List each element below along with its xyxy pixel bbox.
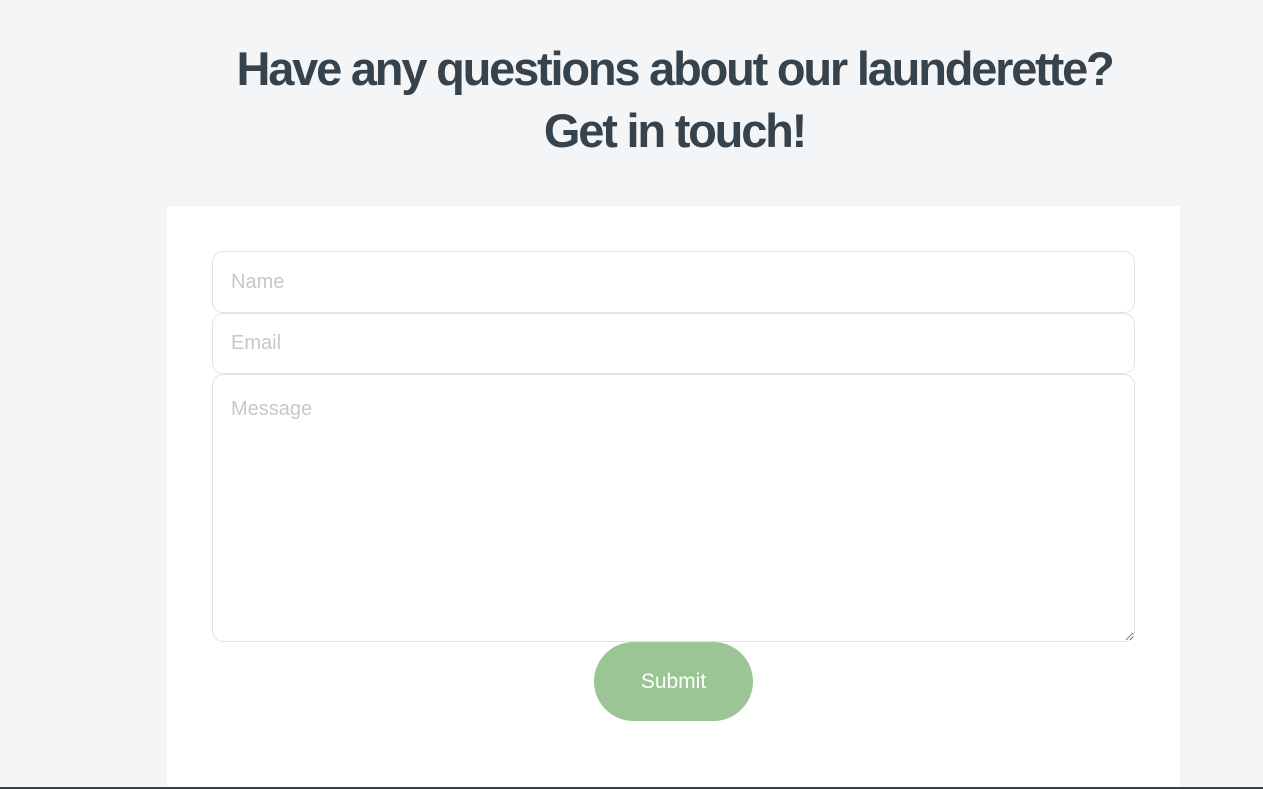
contact-heading-line-2: Get in touch!: [543, 104, 807, 157]
contact-form: Submit: [167, 206, 1180, 789]
contact-heading-line-1: Have any questions about our launderette…: [236, 42, 1114, 95]
message-textarea[interactable]: [212, 374, 1135, 642]
name-input[interactable]: [212, 251, 1135, 313]
email-input[interactable]: [212, 313, 1135, 374]
submit-button[interactable]: Submit: [594, 642, 753, 721]
contact-heading: Have any questions about our launderette…: [0, 38, 1263, 162]
